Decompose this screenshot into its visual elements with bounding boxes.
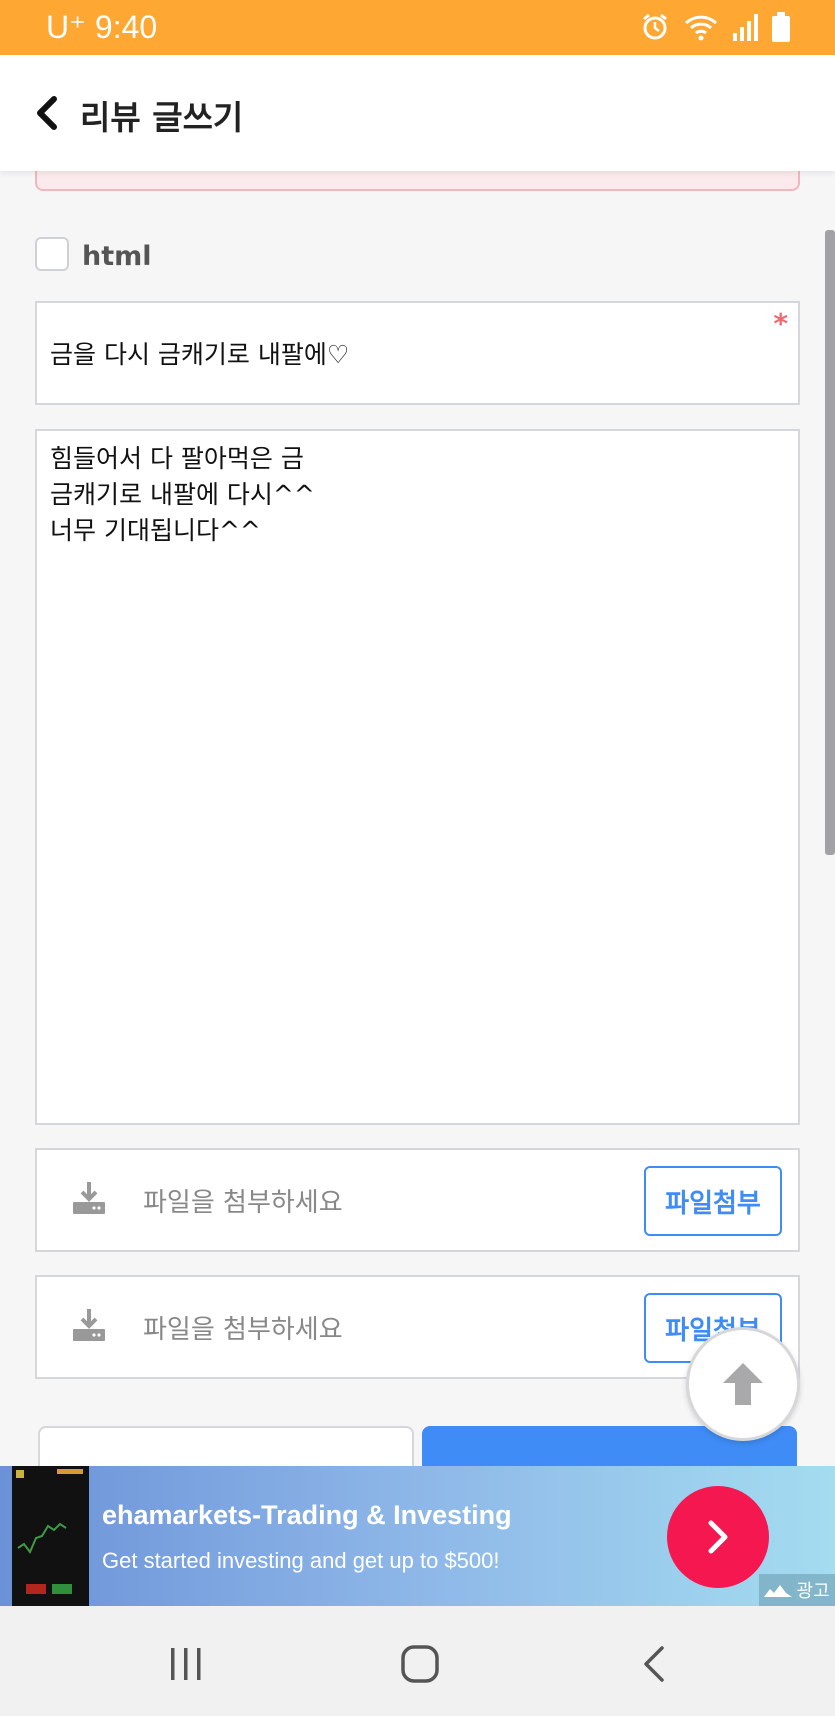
file-attach-row-1: 파일을 첨부하세요 파일첨부 — [35, 1148, 800, 1252]
ad-badge: 광고 — [759, 1574, 835, 1606]
required-mark: * — [773, 307, 788, 340]
download-icon — [73, 1309, 105, 1341]
cancel-button[interactable] — [38, 1426, 414, 1466]
back-arrow-icon[interactable] — [32, 93, 62, 133]
file-placeholder: 파일을 첨부하세요 — [143, 1315, 343, 1345]
wifi-icon — [684, 15, 718, 41]
ad-thumbnail — [12, 1466, 89, 1606]
system-nav-bar — [0, 1606, 835, 1716]
recent-apps-icon — [171, 1648, 201, 1680]
ad-logo-icon — [764, 1585, 793, 1597]
home-button[interactable] — [395, 1644, 445, 1684]
content-line: 힘들어서 다 팔아먹은 금 — [50, 444, 304, 473]
chevron-right-icon — [708, 1520, 728, 1554]
scrollbar[interactable] — [825, 230, 835, 855]
subject-value: 금을 다시 금캐기로 내팔에♡ — [50, 340, 350, 369]
alarm-icon — [643, 13, 667, 40]
review-form: html 금을 다시 금캐기로 내팔에♡ * 힘들어서 다 팔아먹은 금 금캐기… — [0, 171, 835, 1466]
attach-file-button[interactable]: 파일첨부 — [644, 1166, 782, 1236]
file-attach-row-2: 파일을 첨부하세요 파일첨부 — [35, 1275, 800, 1379]
notice-box — [35, 171, 800, 191]
content-line: 너무 기대됩니다^^ — [50, 516, 261, 545]
back-icon — [644, 1646, 664, 1682]
ad-banner[interactable]: ehamarkets-Trading & Investing Get start… — [0, 1466, 835, 1606]
content-line: 금캐기로 내팔에 다시^^ — [50, 480, 315, 509]
battery-icon — [772, 12, 790, 42]
scroll-to-top-button[interactable] — [686, 1327, 800, 1441]
ad-cta-button[interactable] — [667, 1486, 769, 1588]
app-header: 리뷰 글쓰기 — [0, 55, 835, 171]
ad-chart-image — [16, 1469, 83, 1594]
signal-icon — [733, 14, 758, 41]
status-bar: U⁺ 9:40 — [0, 0, 835, 55]
content-textarea[interactable]: 힘들어서 다 팔아먹은 금 금캐기로 내팔에 다시^^ 너무 기대됩니다^^ — [35, 429, 800, 1125]
html-checkbox-label: html — [82, 241, 152, 272]
ad-subtitle: Get started investing and get up to $500… — [102, 1548, 500, 1573]
download-icon — [73, 1182, 105, 1214]
back-button[interactable] — [629, 1644, 679, 1684]
arrow-up-icon — [723, 1363, 763, 1405]
status-icons — [640, 12, 790, 42]
file-placeholder: 파일을 첨부하세요 — [143, 1188, 343, 1218]
ad-badge-label: 광고 — [796, 1581, 830, 1602]
home-icon — [401, 1645, 439, 1683]
html-checkbox[interactable] — [35, 237, 69, 271]
recent-apps-button[interactable] — [161, 1644, 211, 1684]
carrier-time: U⁺ 9:40 — [46, 9, 158, 45]
page-title: 리뷰 글쓰기 — [80, 98, 244, 137]
ad-title: ehamarkets-Trading & Investing — [102, 1500, 512, 1530]
subject-input[interactable]: 금을 다시 금캐기로 내팔에♡ * — [35, 301, 800, 405]
